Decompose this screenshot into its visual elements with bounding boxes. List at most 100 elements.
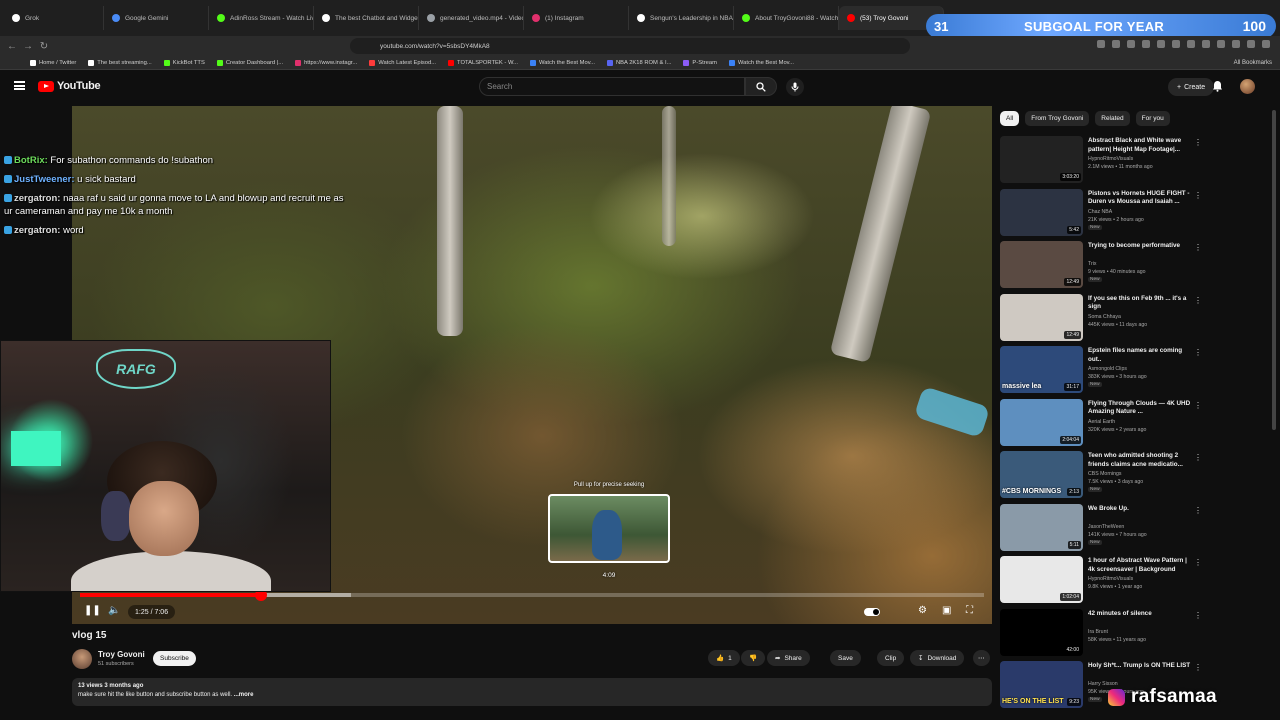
description-box[interactable]: 13 views 3 months ago make sure hit the … bbox=[72, 678, 992, 706]
video-title-text[interactable]: Holy Sh*t... Trump Is ON THE LIST bbox=[1088, 662, 1192, 671]
share-button[interactable]: ➦ Share bbox=[767, 650, 810, 666]
more-actions-button[interactable]: ⋯ bbox=[973, 650, 990, 666]
bookmark-item[interactable]: P-Stream bbox=[683, 59, 717, 66]
extension-icon[interactable] bbox=[1247, 40, 1255, 48]
search-button[interactable] bbox=[745, 77, 777, 96]
browser-tab[interactable]: (1) Instagram bbox=[524, 6, 629, 30]
video-title-text[interactable]: Teen who admitted shooting 2 friends cla… bbox=[1088, 452, 1192, 469]
voice-search-button[interactable] bbox=[786, 78, 804, 96]
bookmark-item[interactable]: TOTALSPORTEK - W... bbox=[448, 59, 518, 66]
browser-tab[interactable]: Google Gemini bbox=[104, 6, 209, 30]
browser-tab[interactable]: About TroyGovoni88 - Watch... bbox=[734, 6, 839, 30]
extension-icon[interactable] bbox=[1172, 40, 1180, 48]
miniplayer-icon[interactable]: ▣ bbox=[942, 605, 951, 616]
recommended-video[interactable]: 12:49 Trying to become performative Trix 9 … bbox=[1000, 241, 1202, 294]
recommended-video[interactable]: 42:00 42 minutes of silence Ira Brunt 58K v… bbox=[1000, 608, 1202, 662]
more-options-icon[interactable]: ⋮ bbox=[1194, 296, 1202, 305]
more-options-icon[interactable]: ⋮ bbox=[1194, 663, 1202, 672]
video-thumbnail[interactable]: 5:11 bbox=[1000, 503, 1083, 551]
volume-icon[interactable]: 🔈 bbox=[108, 605, 120, 616]
recommended-video[interactable]: 5:11 We Broke Up. JasonTheWeen 141K views •… bbox=[1000, 503, 1202, 557]
extension-icon[interactable] bbox=[1112, 40, 1120, 48]
more-options-icon[interactable]: ⋮ bbox=[1194, 191, 1202, 200]
page-scrollbar[interactable] bbox=[1272, 110, 1276, 430]
browser-tab[interactable]: AdinRoss Stream - Watch Live bbox=[209, 6, 314, 30]
search-input[interactable]: Search bbox=[479, 77, 745, 96]
fullscreen-icon[interactable]: ⛶ bbox=[966, 605, 973, 616]
forward-icon[interactable]: → bbox=[20, 41, 36, 52]
bookmark-item[interactable]: The best streaming... bbox=[88, 59, 152, 66]
recommended-video[interactable]: 2:04:04 Flying Through Clouds — 4K UHD Am… bbox=[1000, 398, 1202, 452]
video-title-text[interactable]: 1 hour of Abstract Wave Pattern | 4k scr… bbox=[1088, 557, 1192, 574]
subscribe-button[interactable]: Subscribe bbox=[153, 651, 196, 666]
extension-icon[interactable] bbox=[1232, 40, 1240, 48]
create-button[interactable]: + Create bbox=[1168, 78, 1215, 96]
show-more-link[interactable]: ...more bbox=[234, 692, 254, 698]
reload-icon[interactable]: ↻ bbox=[36, 41, 52, 52]
bookmark-item[interactable]: Home / Twitter bbox=[30, 59, 76, 66]
account-avatar[interactable] bbox=[1240, 79, 1255, 94]
video-title-text[interactable]: If you see this on Feb 9th ... it's a si… bbox=[1088, 295, 1192, 312]
video-title-text[interactable]: Flying Through Clouds — 4K UHD Amazing N… bbox=[1088, 400, 1192, 417]
video-thumbnail[interactable]: 3:03:20 bbox=[1000, 136, 1083, 183]
video-thumbnail[interactable]: massive lea 31:17 bbox=[1000, 346, 1083, 393]
video-thumbnail[interactable]: HE'S ON THE LIST 9:23 bbox=[1000, 661, 1083, 708]
browser-tab[interactable]: Grok bbox=[4, 6, 104, 30]
filter-chip[interactable]: For you bbox=[1135, 111, 1170, 126]
extension-icon[interactable] bbox=[1262, 40, 1270, 48]
autoplay-toggle[interactable] bbox=[864, 608, 880, 616]
bookmark-item[interactable]: NBA 2K18 ROM & I... bbox=[607, 59, 671, 66]
more-options-icon[interactable]: ⋮ bbox=[1194, 348, 1202, 357]
video-thumbnail[interactable]: 42:00 bbox=[1000, 608, 1083, 656]
browser-tab[interactable]: Sengun's Leadership in NBA... bbox=[629, 6, 734, 30]
video-thumbnail[interactable]: 12:49 bbox=[1000, 241, 1083, 288]
bookmark-item[interactable]: KickBot TTS bbox=[163, 59, 205, 66]
recommended-video[interactable]: massive lea 31:17 Epstein files names are … bbox=[1000, 346, 1202, 399]
clip-button[interactable]: Clip bbox=[877, 650, 905, 666]
video-thumbnail[interactable]: #CBS MORNINGS 2:13 bbox=[1000, 451, 1083, 498]
bookmark-item[interactable]: Watch the Best Mov... bbox=[529, 59, 595, 66]
channel-name[interactable]: Troy Govoni bbox=[98, 650, 145, 659]
extension-icon[interactable] bbox=[1187, 40, 1195, 48]
video-title-text[interactable]: Epstein files names are coming out.. bbox=[1088, 347, 1192, 364]
video-thumbnail[interactable]: 1:02:04 bbox=[1000, 556, 1083, 603]
menu-icon[interactable] bbox=[14, 81, 25, 90]
extension-icon[interactable] bbox=[1157, 40, 1165, 48]
video-thumbnail[interactable]: 2:04:04 bbox=[1000, 398, 1083, 446]
pause-icon[interactable]: ❚❚ bbox=[84, 605, 101, 616]
extension-icon[interactable] bbox=[1217, 40, 1225, 48]
youtube-logo[interactable]: YouTube bbox=[38, 80, 101, 92]
recommended-video[interactable]: #CBS MORNINGS 2:13 Teen who admitted shoot… bbox=[1000, 451, 1202, 504]
bookmark-item[interactable]: Watch the Best Mov... bbox=[728, 59, 794, 66]
save-button[interactable]: Save bbox=[830, 650, 861, 666]
notifications-bell-icon[interactable] bbox=[1212, 80, 1223, 92]
back-icon[interactable]: ← bbox=[4, 41, 20, 52]
recommended-video[interactable]: 3:03:20 Abstract Black and White wave pat… bbox=[1000, 136, 1202, 189]
browser-tab[interactable]: The best Chatbot and Widget... bbox=[314, 6, 419, 30]
bookmark-item[interactable]: Creator Dashboard |... bbox=[216, 59, 283, 66]
video-title-text[interactable]: Trying to become performative bbox=[1088, 242, 1192, 251]
video-title-text[interactable]: Abstract Black and White wave pattern| H… bbox=[1088, 137, 1192, 154]
filter-chip[interactable]: Related bbox=[1095, 111, 1130, 126]
extension-icon[interactable] bbox=[1202, 40, 1210, 48]
video-title-text[interactable]: We Broke Up. bbox=[1088, 505, 1192, 514]
bookmark-item[interactable]: Watch Latest Episod... bbox=[369, 59, 436, 66]
recommended-video[interactable]: 5:42 Pistons vs Hornets HUGE FIGHT - Dure… bbox=[1000, 188, 1202, 242]
filter-chip[interactable]: All bbox=[1000, 111, 1020, 126]
video-title-text[interactable]: 42 minutes of silence bbox=[1088, 610, 1192, 619]
bookmark-item[interactable]: https://www.instagr... bbox=[295, 59, 357, 66]
extension-icon[interactable] bbox=[1142, 40, 1150, 48]
channel-avatar[interactable] bbox=[72, 649, 92, 669]
more-options-icon[interactable]: ⋮ bbox=[1194, 506, 1202, 515]
recommended-video[interactable]: 1:02:04 1 hour of Abstract Wave Pattern |… bbox=[1000, 556, 1202, 609]
video-thumbnail[interactable]: 5:42 bbox=[1000, 188, 1083, 236]
recommended-video[interactable]: 12:49 If you see this on Feb 9th ... it's… bbox=[1000, 293, 1202, 347]
browser-tab[interactable]: generated_video.mp4 - Video bbox=[419, 6, 524, 30]
more-options-icon[interactable]: ⋮ bbox=[1194, 138, 1202, 147]
like-button[interactable]: 👍 1 bbox=[708, 650, 740, 666]
video-title-text[interactable]: Pistons vs Hornets HUGE FIGHT - Duren vs… bbox=[1088, 190, 1192, 207]
filter-chip[interactable]: From Troy Govoni bbox=[1025, 111, 1090, 126]
extension-icon[interactable] bbox=[1127, 40, 1135, 48]
dislike-button[interactable]: 👎 bbox=[741, 650, 766, 666]
progress-bar[interactable] bbox=[80, 589, 984, 601]
